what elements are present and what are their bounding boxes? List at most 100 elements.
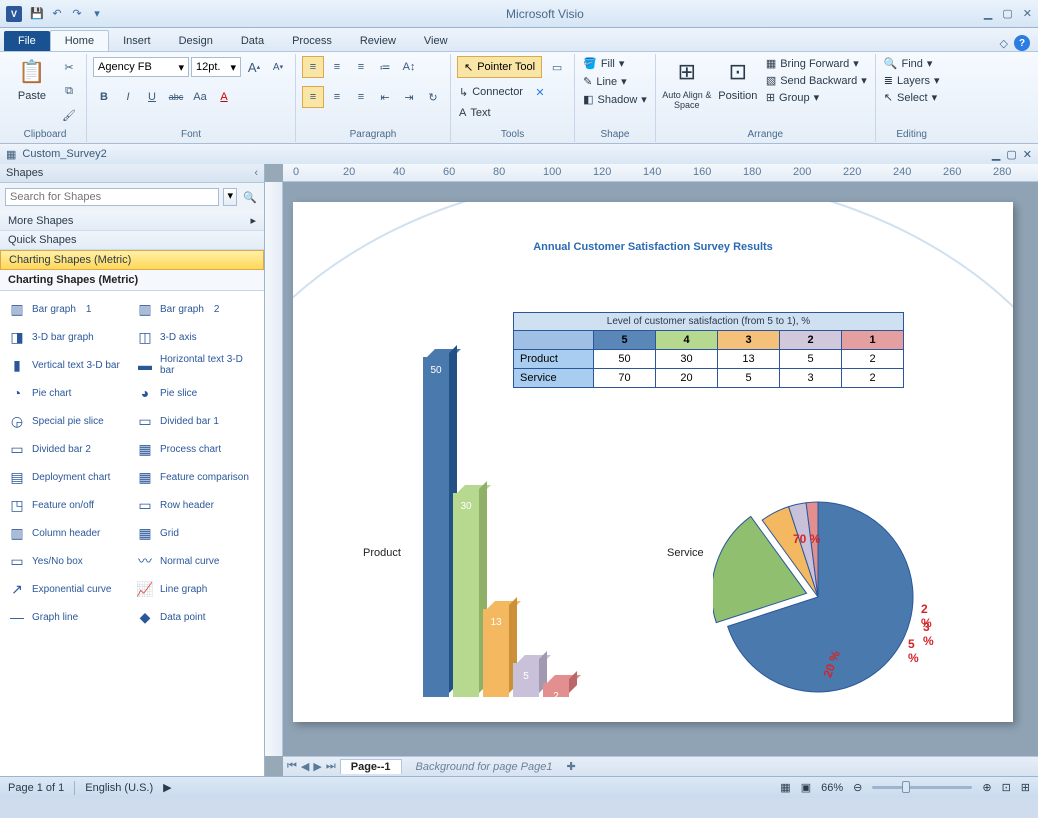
align-top-icon[interactable]: ≡ — [302, 56, 324, 78]
new-page-icon[interactable]: ✚ — [567, 760, 576, 773]
rectangle-tool-icon[interactable]: ▭ — [546, 56, 568, 78]
paste-button[interactable]: 📋 Paste — [10, 56, 54, 102]
italic-button[interactable]: I — [117, 86, 139, 108]
page-scroll[interactable]: Annual Customer Satisfaction Survey Resu… — [283, 182, 1038, 756]
strike-button[interactable]: abc — [165, 86, 187, 108]
drawing-page[interactable]: Annual Customer Satisfaction Survey Resu… — [293, 202, 1013, 722]
shadow-button[interactable]: ◧ Shadow ▾ — [581, 92, 649, 107]
collapse-ribbon-icon[interactable]: ◇ — [1000, 37, 1008, 50]
auto-align-button[interactable]: ⊞ Auto Align & Space — [662, 56, 712, 110]
tab-view[interactable]: View — [410, 31, 462, 51]
cut-icon[interactable]: ✂ — [58, 56, 80, 78]
tab-data[interactable]: Data — [227, 31, 278, 51]
shape-item[interactable]: ◔Pie chart — [4, 379, 132, 407]
shape-item[interactable]: —Graph line — [4, 603, 132, 631]
shapes-search-input[interactable] — [5, 188, 219, 206]
collapse-shapes-icon[interactable]: ‹ — [254, 167, 258, 179]
text-direction-icon[interactable]: A↕ — [398, 56, 420, 78]
shape-item[interactable]: ▦Process chart — [132, 435, 260, 463]
select-button[interactable]: ↖ Select ▾ — [882, 90, 939, 105]
page-tab-1[interactable]: Page--1 — [340, 759, 402, 774]
doc-close-icon[interactable]: ✕ — [1023, 148, 1032, 161]
shape-item[interactable]: ▦Feature comparison — [132, 463, 260, 491]
full-screen-icon[interactable]: ▣ — [801, 781, 811, 794]
shrink-font-icon[interactable]: A▾ — [267, 56, 289, 78]
connector-tool-button[interactable]: ↳ Connector — [457, 81, 525, 103]
shape-item[interactable]: ◆Data point — [132, 603, 260, 631]
pointer-tool-button[interactable]: ↖ Pointer Tool — [457, 56, 542, 78]
rotate-text-icon[interactable]: ↻ — [422, 86, 444, 108]
tab-review[interactable]: Review — [346, 31, 410, 51]
font-name-combo[interactable]: Agency FB▾ — [93, 57, 189, 77]
underline-button[interactable]: U — [141, 86, 163, 108]
connection-point-icon[interactable]: ✕ — [529, 81, 551, 103]
charting-shapes-row[interactable]: Charting Shapes (Metric) — [0, 250, 264, 270]
minimize-icon[interactable]: ▁ — [984, 7, 992, 20]
align-left-icon[interactable]: ≡ — [302, 86, 324, 108]
zoom-in-icon[interactable]: ⊕ — [982, 781, 991, 794]
close-icon[interactable]: ✕ — [1023, 7, 1032, 20]
doc-restore-icon[interactable]: ▢ — [1006, 148, 1016, 161]
shape-item[interactable]: ▭Row header — [132, 491, 260, 519]
shape-item[interactable]: ↗Exponential curve — [4, 575, 132, 603]
bullets-icon[interactable]: ≔ — [374, 56, 396, 78]
presentation-mode-icon[interactable]: ▦ — [780, 781, 790, 794]
shape-item[interactable]: ◳Feature on/off — [4, 491, 132, 519]
bold-button[interactable]: B — [93, 86, 115, 108]
shape-item[interactable]: ▥Bar graph 1 — [4, 295, 132, 323]
align-bottom-icon[interactable]: ≡ — [350, 56, 372, 78]
prev-page-icon[interactable]: ◀ — [301, 760, 309, 773]
doc-minimize-icon[interactable]: ▁ — [992, 148, 1000, 161]
shape-item[interactable]: ▦Grid — [132, 519, 260, 547]
shape-item[interactable]: ▭Divided bar 2 — [4, 435, 132, 463]
tab-file[interactable]: File — [4, 31, 50, 51]
copy-icon[interactable]: ⧉ — [58, 80, 80, 102]
more-shapes-row[interactable]: More Shapes▸ — [0, 211, 264, 231]
text-tool-button[interactable]: A Text — [457, 106, 493, 120]
tab-process[interactable]: Process — [278, 31, 346, 51]
help-icon[interactable]: ? — [1014, 35, 1030, 51]
zoom-out-icon[interactable]: ⊖ — [853, 781, 862, 794]
layers-button[interactable]: ≣ Layers ▾ — [882, 73, 942, 88]
shape-item[interactable]: ▥Bar graph 2 — [132, 295, 260, 323]
bring-forward-button[interactable]: ▦ Bring Forward ▾ — [764, 56, 869, 71]
find-button[interactable]: 🔍 Find ▾ — [882, 56, 935, 71]
shape-item[interactable]: ▭Yes/No box — [4, 547, 132, 575]
align-right-icon[interactable]: ≡ — [350, 86, 372, 108]
format-painter-icon[interactable]: 🖌 — [58, 104, 80, 126]
shape-item[interactable]: ▮Vertical text 3-D bar — [4, 351, 132, 379]
font-color-button[interactable]: A — [213, 86, 235, 108]
shape-item[interactable]: 〰Normal curve — [132, 547, 260, 575]
search-dropdown-icon[interactable]: ▾ — [223, 188, 237, 206]
macro-record-icon[interactable]: ▶ — [163, 781, 171, 794]
send-backward-button[interactable]: ▧ Send Backward ▾ — [764, 73, 869, 88]
grow-font-icon[interactable]: A▴ — [243, 56, 265, 78]
tab-insert[interactable]: Insert — [109, 31, 165, 51]
fit-page-icon[interactable]: ⊡ — [1002, 781, 1011, 794]
shape-item[interactable]: ▥Column header — [4, 519, 132, 547]
tab-design[interactable]: Design — [165, 31, 227, 51]
tab-home[interactable]: Home — [50, 30, 109, 51]
pan-zoom-icon[interactable]: ⊞ — [1021, 781, 1030, 794]
shape-item[interactable]: ◶Special pie slice — [4, 407, 132, 435]
align-center-icon[interactable]: ≡ — [326, 86, 348, 108]
last-page-icon[interactable]: ⏭ — [326, 760, 336, 773]
shape-item[interactable]: ▤Deployment chart — [4, 463, 132, 491]
next-page-icon[interactable]: ▶ — [313, 760, 321, 773]
first-page-icon[interactable]: ⏮ — [287, 760, 297, 773]
status-language[interactable]: English (U.S.) — [85, 782, 153, 794]
quick-shapes-row[interactable]: Quick Shapes — [0, 231, 264, 250]
search-icon[interactable]: 🔍 — [241, 188, 259, 206]
shape-item[interactable]: ▬Horizontal text 3-D bar — [132, 351, 260, 379]
position-button[interactable]: ⊡ Position — [716, 56, 760, 102]
fill-button[interactable]: 🪣 Fill ▾ — [581, 56, 626, 71]
align-middle-icon[interactable]: ≡ — [326, 56, 348, 78]
group-button[interactable]: ⊞ Group ▾ — [764, 90, 869, 105]
shape-item[interactable]: 📈Line graph — [132, 575, 260, 603]
maximize-icon[interactable]: ▢ — [1002, 7, 1012, 20]
font-size-combo[interactable]: 12pt.▾ — [191, 57, 241, 77]
background-tab[interactable]: Background for page Page1 — [406, 760, 563, 774]
zoom-slider[interactable] — [872, 786, 972, 789]
shape-item[interactable]: ◨3-D bar graph — [4, 323, 132, 351]
inc-indent-icon[interactable]: ⇥ — [398, 86, 420, 108]
